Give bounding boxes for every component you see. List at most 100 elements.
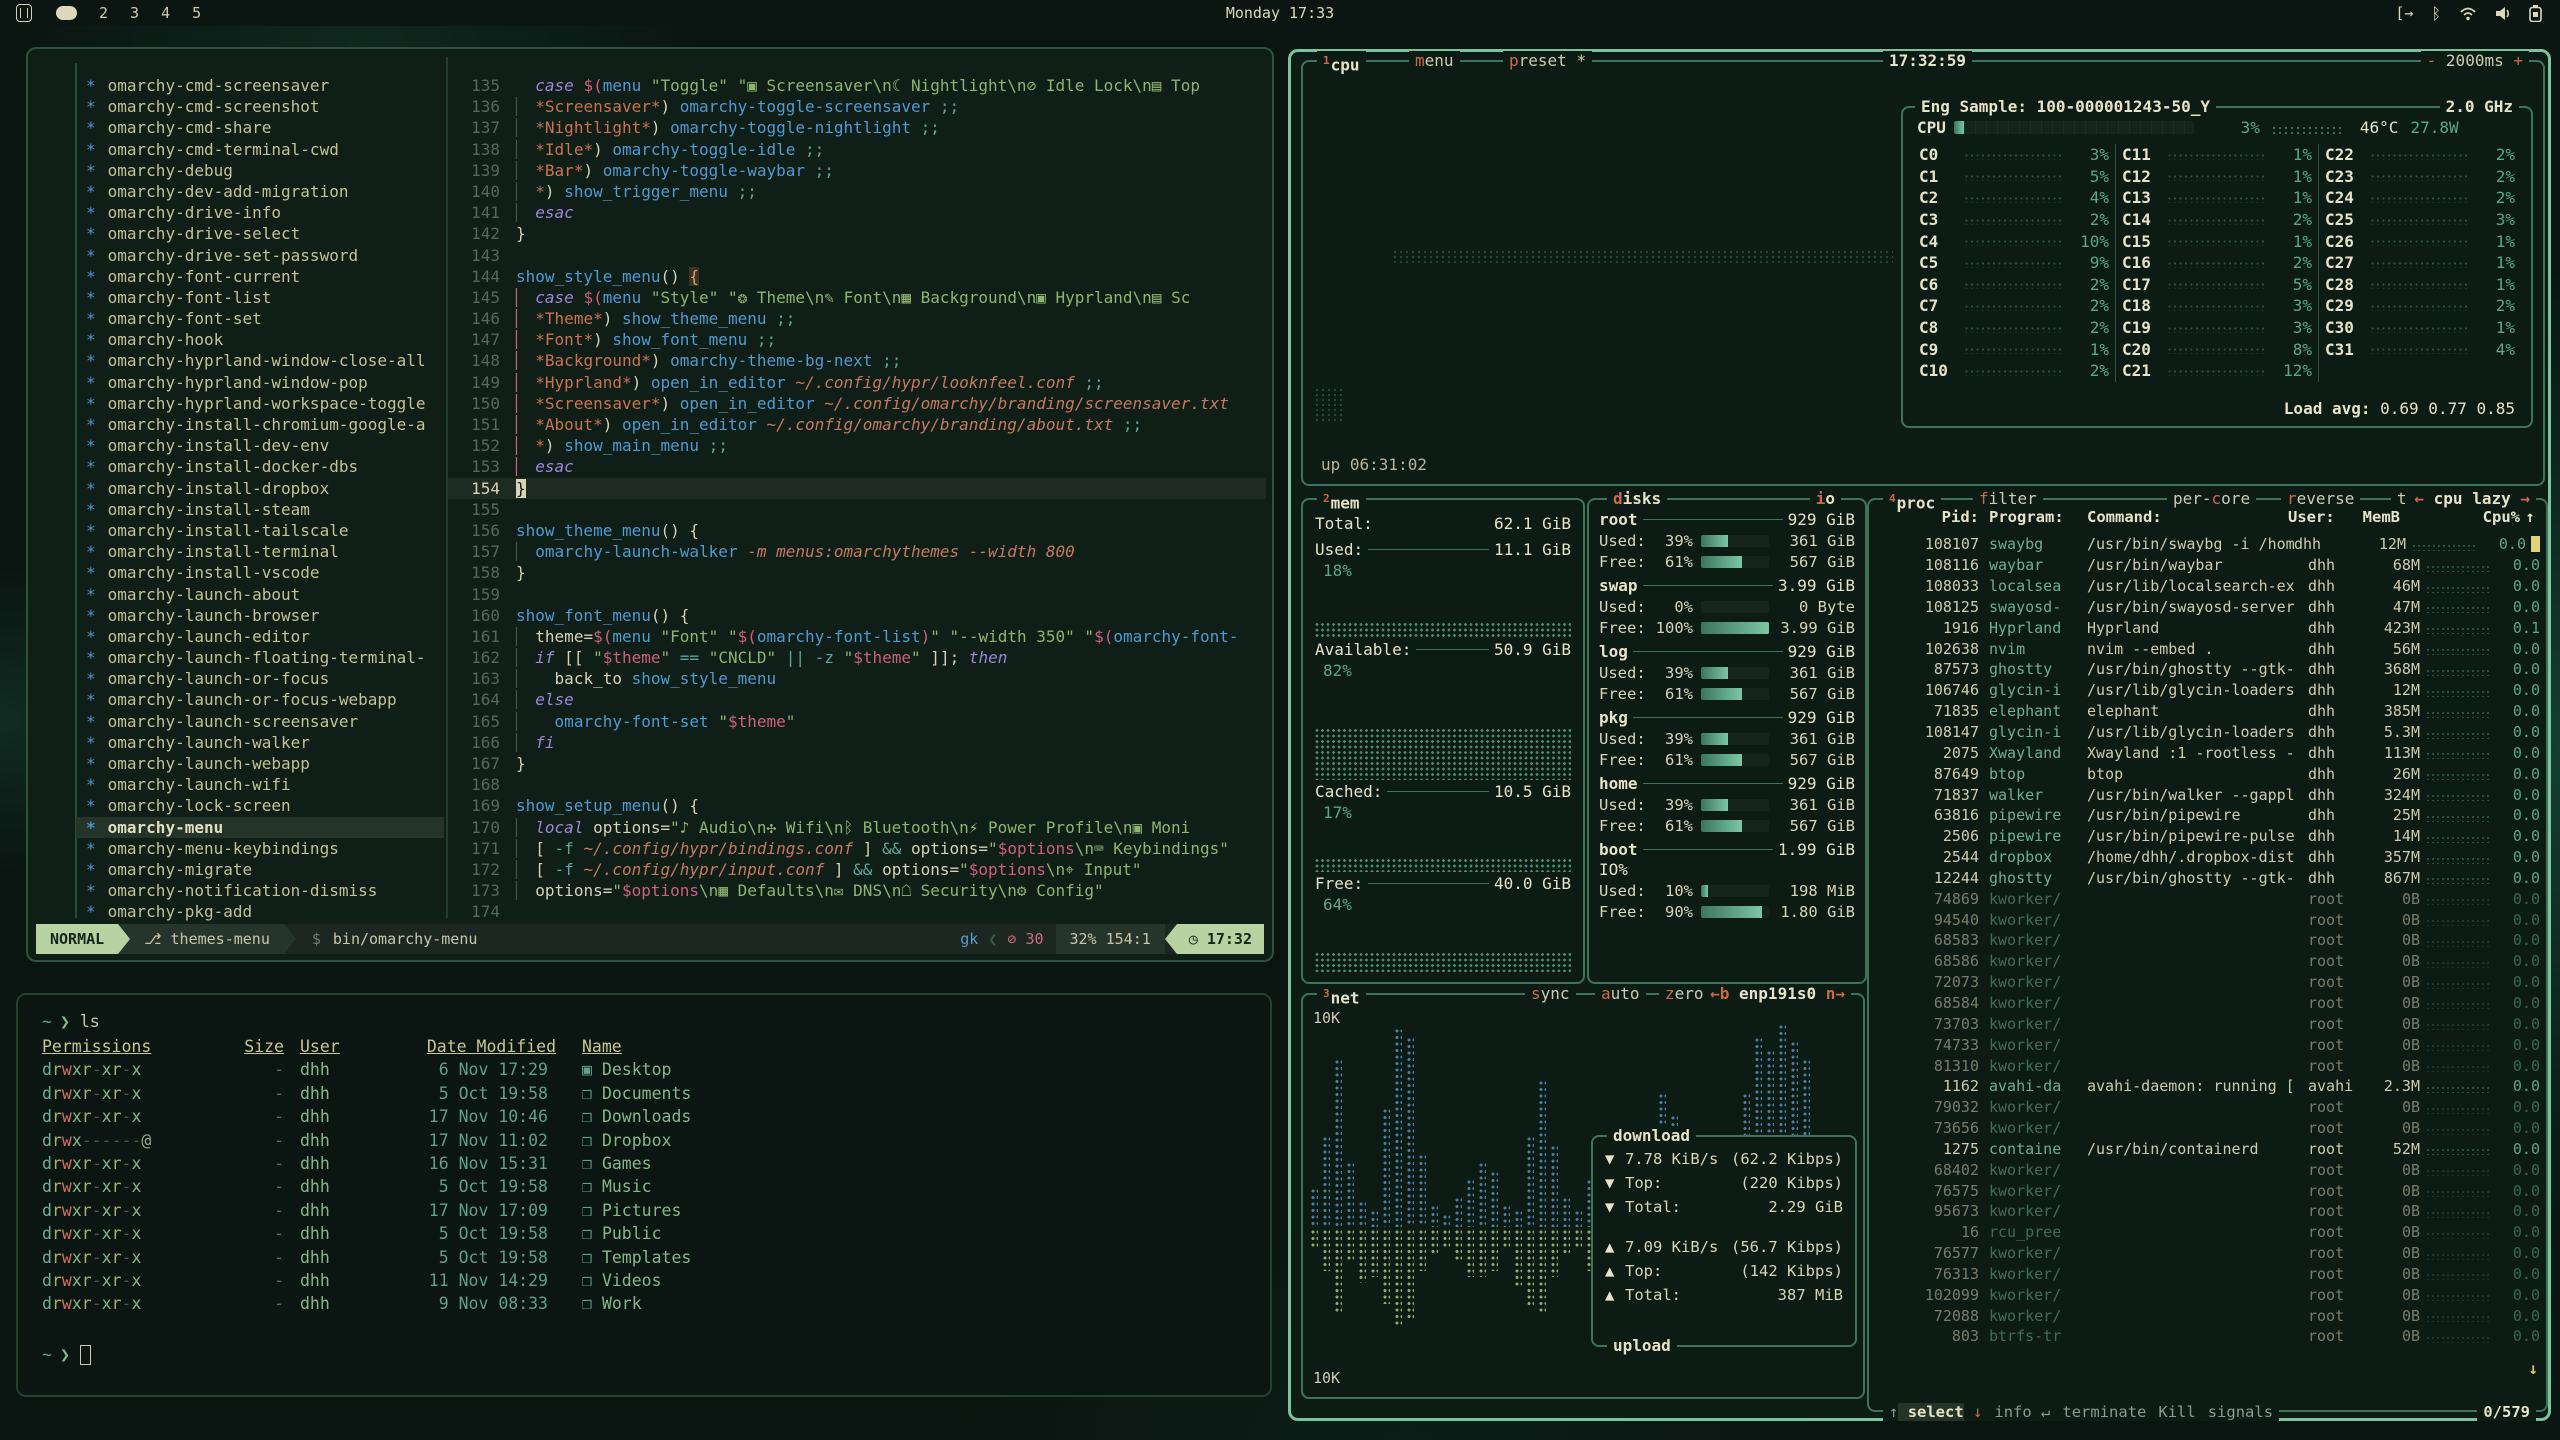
file-item[interactable]: *omarchy-launch-browser — [86, 605, 444, 626]
proc-row[interactable]: 106746glycin-i/usr/lib/glycin-loadersdhh… — [1875, 680, 2540, 701]
file-item[interactable]: *omarchy-hook — [86, 329, 444, 350]
proc-row[interactable]: 2506pipewire/usr/bin/pipewire-pulsedhh14… — [1875, 826, 2540, 847]
proc-row[interactable]: 108033localsea/usr/lib/localsearch-exdhh… — [1875, 576, 2540, 597]
proc-row[interactable]: 73703kworker/root0B0.0 — [1875, 1013, 2540, 1034]
proc-row[interactable]: 1275containe/usr/bin/containerdroot52M0.… — [1875, 1138, 2540, 1159]
proc-row[interactable]: 72073kworker/root0B0.0 — [1875, 972, 2540, 993]
proc-row[interactable]: 87573ghostty/usr/bin/ghostty --gtk-dhh36… — [1875, 659, 2540, 680]
proc-row[interactable]: 68584kworker/root0B0.0 — [1875, 993, 2540, 1014]
net-auto-toggle[interactable]: auto — [1595, 984, 1646, 1004]
proc-row[interactable]: 87649btopbtopdhh26M0.0 — [1875, 763, 2540, 784]
file-item[interactable]: *omarchy-lock-screen — [86, 795, 444, 816]
file-item[interactable]: *omarchy-cmd-screenshot — [86, 96, 444, 117]
file-item[interactable]: *omarchy-launch-editor — [86, 626, 444, 647]
signals-key[interactable]: signals — [2202, 1403, 2279, 1421]
proc-row[interactable]: 72088kworker/root0B0.0 — [1875, 1305, 2540, 1326]
file-item[interactable]: *omarchy-launch-walker — [86, 732, 444, 753]
kill-key[interactable]: Kill — [2152, 1403, 2201, 1421]
file-item[interactable]: *omarchy-hyprland-window-pop — [86, 372, 444, 393]
proc-row[interactable]: 108116waybar/usr/bin/waybardhh68M0.0 — [1875, 555, 2540, 576]
file-item[interactable]: *omarchy-cmd-screensaver — [86, 75, 444, 96]
file-item[interactable]: *omarchy-launch-wifi — [86, 774, 444, 795]
file-item[interactable]: *omarchy-install-steam — [86, 499, 444, 520]
proc-row[interactable]: 68583kworker/root0B0.0 — [1875, 930, 2540, 951]
file-item[interactable]: *omarchy-dev-add-migration — [86, 181, 444, 202]
net-interface[interactable]: ←b enp191s0 n→ — [1704, 984, 1851, 1004]
file-item[interactable]: *omarchy-launch-floating-terminal- — [86, 647, 444, 668]
file-item[interactable]: *omarchy-menu-keybindings — [86, 838, 444, 859]
file-item[interactable]: *omarchy-font-set — [86, 308, 444, 329]
net-sync-toggle[interactable]: sync — [1525, 984, 1576, 1004]
proc-row[interactable]: 74869kworker/root0B0.0 — [1875, 888, 2540, 909]
file-item[interactable]: *omarchy-drive-info — [86, 202, 444, 223]
file-item[interactable]: *omarchy-notification-dismiss — [86, 880, 444, 901]
file-item[interactable]: *omarchy-install-dropbox — [86, 478, 444, 499]
proc-row[interactable]: 71835elephantelephantdhh385M0.0 — [1875, 701, 2540, 722]
prompt-line[interactable]: ~❯ — [42, 1342, 1246, 1368]
terminate-key[interactable]: terminate — [2056, 1403, 2152, 1421]
file-item[interactable]: *omarchy-launch-or-focus — [86, 668, 444, 689]
proc-row[interactable]: 94540kworker/root0B0.0 — [1875, 909, 2540, 930]
file-item[interactable]: *omarchy-debug — [86, 160, 444, 181]
tab-net[interactable]: 3net — [1317, 984, 1366, 1008]
proc-header[interactable]: Pid: Program: Command: User: MemB Cpu% ↑ — [1875, 508, 2540, 526]
proc-row[interactable]: 79032kworker/root0B0.0 — [1875, 1097, 2540, 1118]
file-item[interactable]: *omarchy-hyprland-workspace-toggle — [86, 393, 444, 414]
update-interval[interactable]: - 2000ms + — [2421, 51, 2529, 71]
proc-row[interactable]: 76577kworker/root0B0.0 — [1875, 1243, 2540, 1264]
proc-row[interactable]: 108147glycin-i/usr/lib/glycin-loadersdhh… — [1875, 722, 2540, 743]
file-item[interactable]: *omarchy-install-tailscale — [86, 520, 444, 541]
proc-row[interactable]: 74733kworker/root0B0.0 — [1875, 1034, 2540, 1055]
file-item[interactable]: *omarchy-cmd-terminal-cwd — [86, 139, 444, 160]
proc-row[interactable]: 108125swayosd-/usr/bin/swayosd-serverdhh… — [1875, 597, 2540, 618]
info-key[interactable]: info ↵ — [1988, 1403, 2056, 1421]
file-item[interactable]: *omarchy-menu — [76, 817, 444, 838]
proc-row[interactable]: 63816pipewire/usr/bin/pipewiredhh25M0.0 — [1875, 805, 2540, 826]
proc-filter-button[interactable]: filter — [1973, 489, 2043, 509]
proc-row[interactable]: 76313kworker/root0B0.0 — [1875, 1264, 2540, 1285]
proc-row[interactable]: 68402kworker/root0B0.0 — [1875, 1159, 2540, 1180]
proc-row[interactable]: 803btrfs-trroot0B0.0 — [1875, 1326, 2540, 1347]
preset-button[interactable]: preset * — [1503, 51, 1592, 71]
proc-row[interactable]: 1162avahi-daavahi-daemon: running [avahi… — [1875, 1076, 2540, 1097]
file-item[interactable]: *omarchy-font-current — [86, 266, 444, 287]
file-item[interactable]: *omarchy-install-terminal — [86, 541, 444, 562]
proc-row[interactable]: 2075XwaylandXwayland :1 -rootless -dhh11… — [1875, 742, 2540, 763]
disks-title[interactable]: disks — [1607, 489, 1667, 509]
file-item[interactable]: *omarchy-font-list — [86, 287, 444, 308]
file-item[interactable]: *omarchy-cmd-share — [86, 117, 444, 138]
file-item[interactable]: *omarchy-migrate — [86, 859, 444, 880]
proc-row[interactable]: 102638nvimnvim --embed .dhh56M0.0 — [1875, 638, 2540, 659]
file-item[interactable]: *omarchy-hyprland-window-close-all — [86, 350, 444, 371]
proc-row[interactable]: 81310kworker/root0B0.0 — [1875, 1055, 2540, 1076]
proc-row[interactable]: 2544dropbox/home/dhh/.dropbox-distdhh357… — [1875, 847, 2540, 868]
file-item[interactable]: *omarchy-pkg-add — [86, 901, 444, 922]
proc-row[interactable]: 12244ghostty/usr/bin/ghostty --gtk-dhh86… — [1875, 868, 2540, 889]
proc-row[interactable]: 71837walker/usr/bin/walker --gappldhh324… — [1875, 784, 2540, 805]
proc-reverse-toggle[interactable]: reverse — [2281, 489, 2360, 509]
net-zero-toggle[interactable]: zero — [1659, 984, 1710, 1004]
select-keys[interactable]: ↑ select ↓ — [1883, 1403, 1988, 1421]
editor-window[interactable]: *omarchy-cmd-screensaver*omarchy-cmd-scr… — [26, 47, 1274, 962]
proc-row[interactable]: 95673kworker/root0B0.0 — [1875, 1201, 2540, 1222]
proc-row[interactable]: 68586kworker/root0B0.0 — [1875, 951, 2540, 972]
file-item[interactable]: *omarchy-drive-select — [86, 223, 444, 244]
file-item[interactable]: *omarchy-launch-about — [86, 584, 444, 605]
file-item[interactable]: *omarchy-install-chromium-google-a — [86, 414, 444, 435]
file-item[interactable]: *omarchy-launch-screensaver — [86, 711, 444, 732]
tab-cpu[interactable]: 1cpu — [1317, 51, 1366, 75]
menu-button[interactable]: menu — [1409, 51, 1460, 71]
file-item[interactable]: *omarchy-install-docker-dbs — [86, 456, 444, 477]
proc-row[interactable]: 76575kworker/root0B0.0 — [1875, 1180, 2540, 1201]
proc-row[interactable]: 73656kworker/root0B0.0 — [1875, 1118, 2540, 1139]
terminal-window[interactable]: ~❯ls PermissionsSizeUserDate ModifiedNam… — [16, 993, 1272, 1397]
proc-row[interactable]: 16rcu_preeroot0B0.0 — [1875, 1222, 2540, 1243]
proc-row[interactable]: 108107swaybg/usr/bin/swaybg -i /homdhh12… — [1875, 534, 2540, 555]
file-item[interactable]: *omarchy-launch-webapp — [86, 753, 444, 774]
file-item[interactable]: *omarchy-drive-set-password — [86, 245, 444, 266]
proc-row[interactable]: 1916HyprlandHyprlanddhh423M0.1 — [1875, 617, 2540, 638]
file-item[interactable]: *omarchy-launch-or-focus-webapp — [86, 689, 444, 710]
scroll-down-icon[interactable]: ↓ — [2528, 1359, 2538, 1378]
file-item[interactable]: *omarchy-install-vscode — [86, 562, 444, 583]
io-toggle[interactable]: io — [1810, 489, 1841, 509]
